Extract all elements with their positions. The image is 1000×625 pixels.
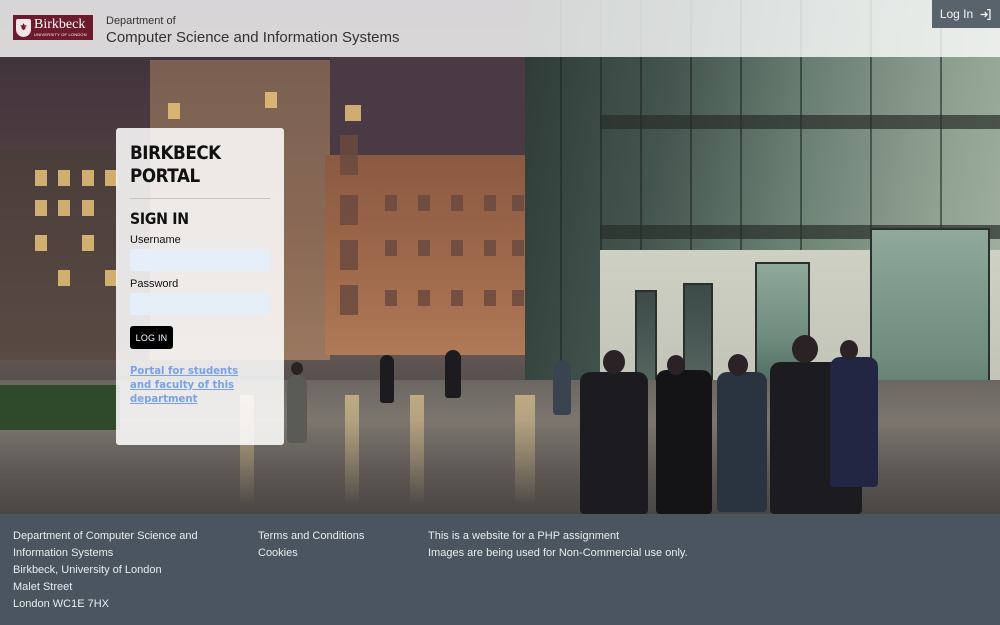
address-line: Malet Street bbox=[13, 581, 73, 593]
portal-link[interactable]: Portal for students and faculty of this … bbox=[130, 364, 259, 406]
address-line: Department of Computer Science and bbox=[13, 530, 198, 542]
logo-name: Birkbeck bbox=[34, 17, 86, 32]
birkbeck-logo[interactable]: ⚜ Birkbeck UNIVERSITY OF LONDON bbox=[13, 15, 93, 40]
footer-address: Department of Computer Science and Infor… bbox=[13, 528, 198, 613]
password-input[interactable] bbox=[130, 293, 270, 315]
logo-subtitle: UNIVERSITY OF LONDON bbox=[34, 32, 87, 37]
address-line: Birkbeck, University of London bbox=[13, 564, 162, 576]
site-header: ⚜ Birkbeck UNIVERSITY OF LONDON Departme… bbox=[0, 0, 1000, 57]
divider bbox=[130, 198, 270, 199]
cookies-link[interactable]: Cookies bbox=[258, 545, 364, 562]
password-label: Password bbox=[130, 278, 179, 290]
login-card: BIRKBECK PORTAL SIGN IN Username Passwor… bbox=[116, 128, 284, 445]
username-label: Username bbox=[130, 234, 181, 246]
header-login-button[interactable]: Log In bbox=[932, 0, 1000, 28]
site-footer: Department of Computer Science and Infor… bbox=[0, 514, 1000, 625]
note-line: Images are being used for Non-Commercial… bbox=[428, 547, 688, 559]
footer-links: Terms and Conditions Cookies bbox=[258, 528, 364, 562]
note-line: This is a website for a PHP assignment bbox=[428, 530, 620, 542]
header-login-label: Log In bbox=[939, 7, 974, 21]
department-name: Computer Science and Information Systems bbox=[106, 29, 400, 46]
terms-link[interactable]: Terms and Conditions bbox=[258, 528, 364, 545]
address-line: Information Systems bbox=[13, 547, 114, 559]
username-input[interactable] bbox=[130, 249, 270, 271]
address-line: London WC1E 7HX bbox=[13, 598, 109, 610]
sign-in-heading: SIGN IN bbox=[130, 209, 189, 228]
portal-title: BIRKBECK PORTAL bbox=[130, 142, 271, 188]
sign-in-icon bbox=[979, 8, 992, 21]
crest-icon: ⚜ bbox=[16, 18, 31, 37]
department-prefix: Department of bbox=[106, 15, 176, 27]
footer-notes: This is a website for a PHP assignment I… bbox=[428, 528, 688, 562]
login-button[interactable]: LOG IN bbox=[130, 326, 173, 349]
portal-title-line2: PORTAL bbox=[130, 165, 200, 187]
portal-title-line1: BIRKBECK bbox=[130, 142, 221, 164]
